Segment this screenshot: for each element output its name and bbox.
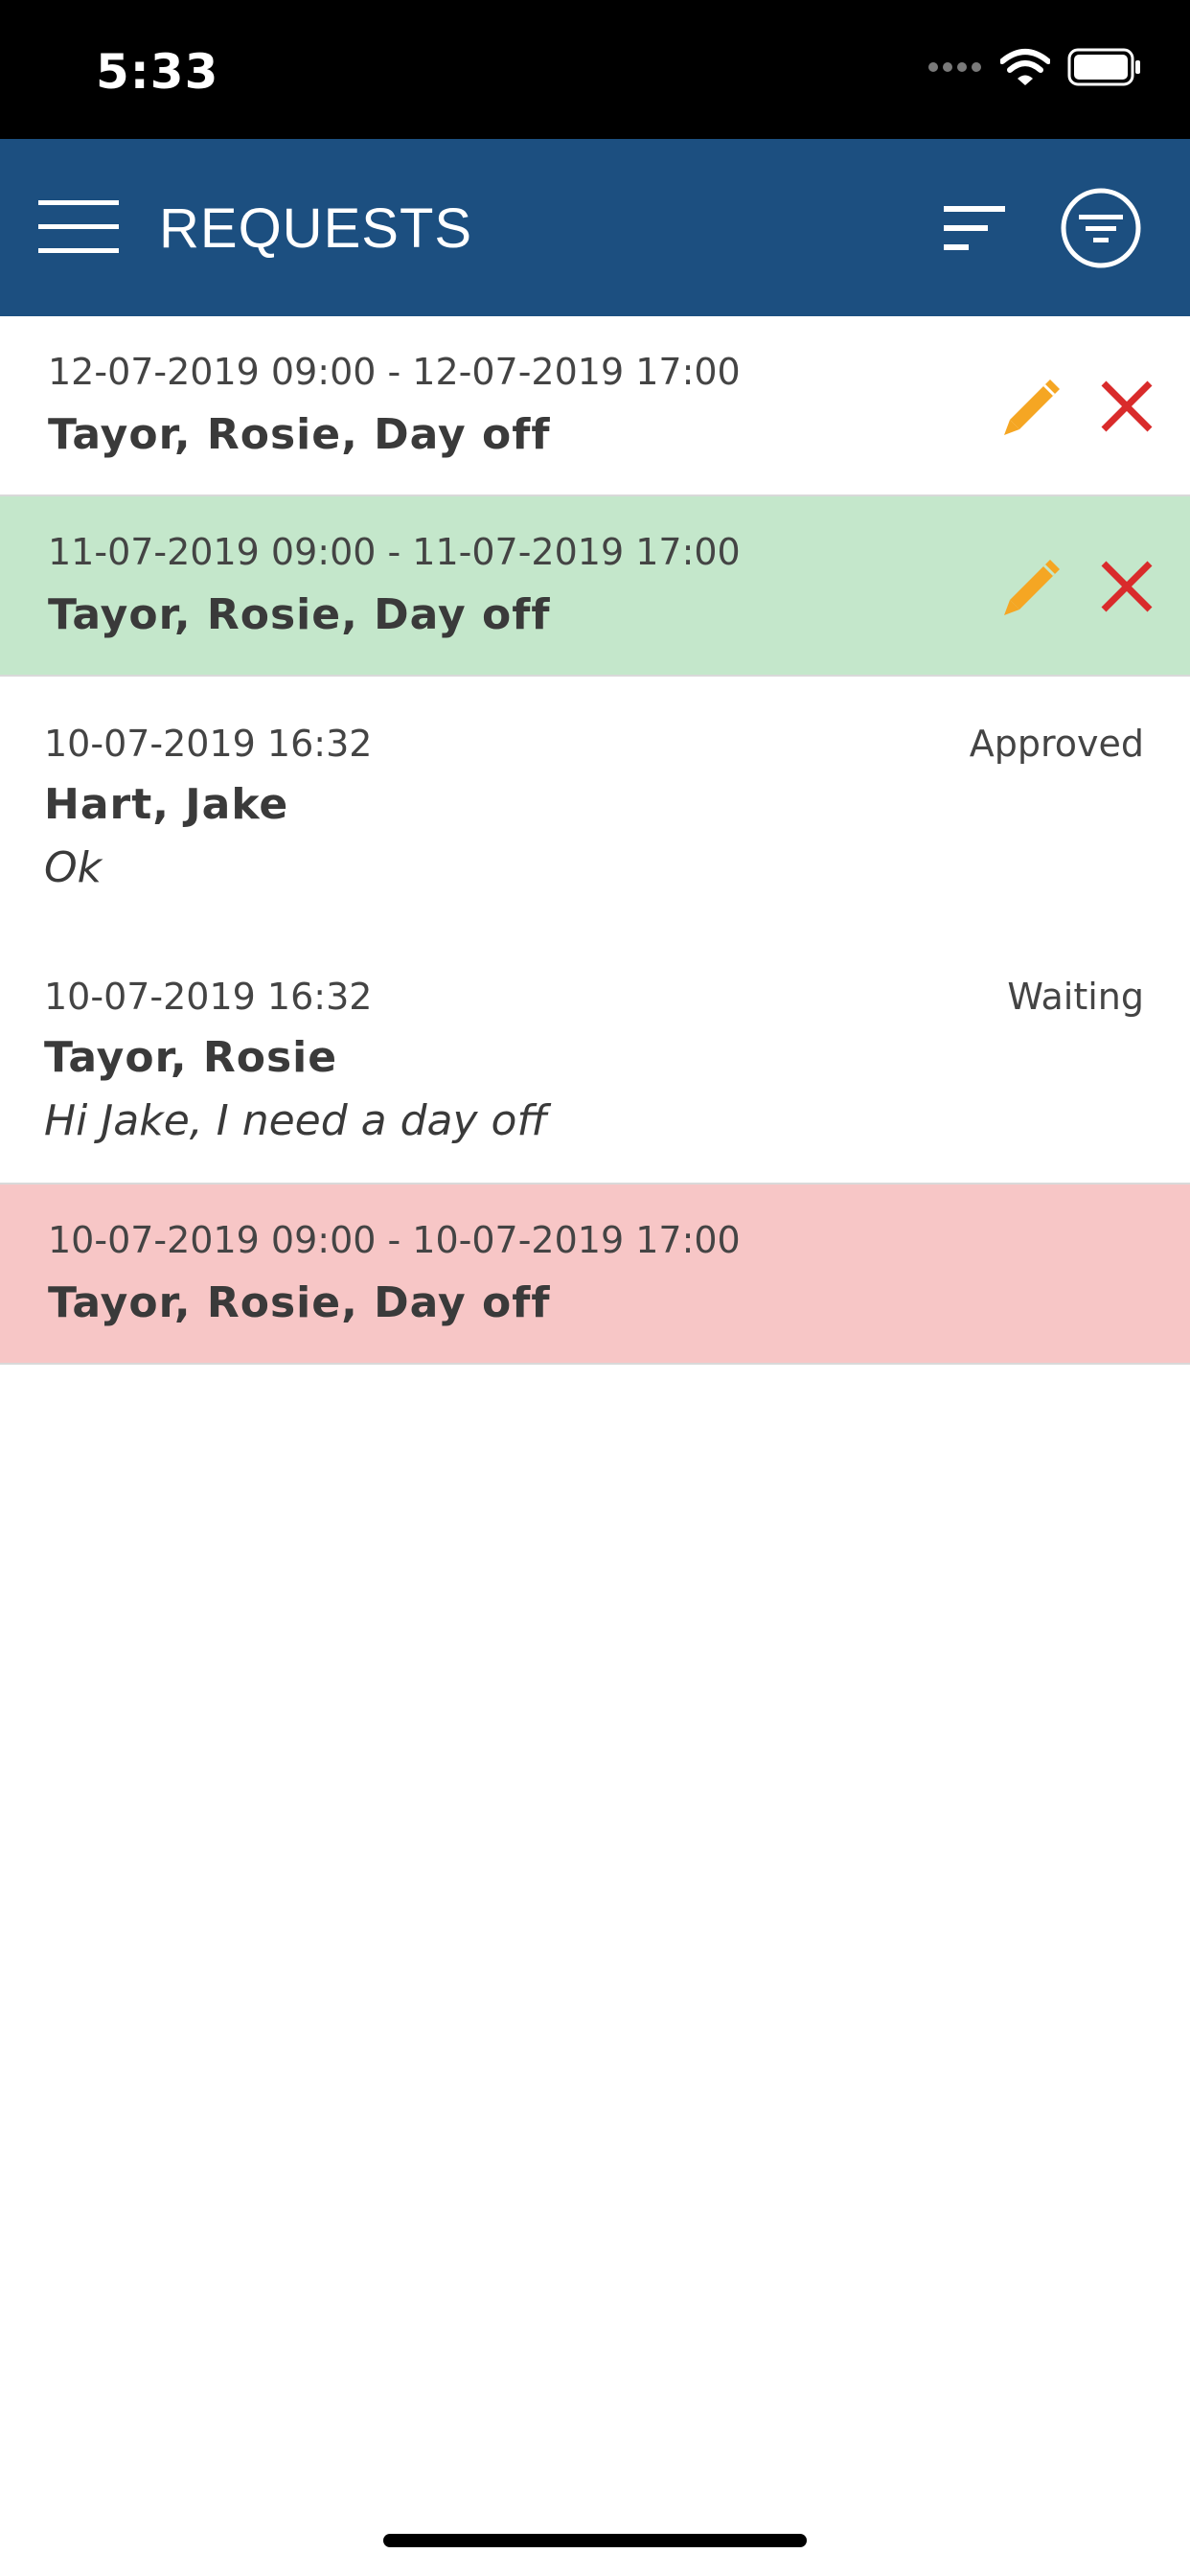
- wifi-icon: [1000, 49, 1050, 85]
- status-bar: 5:33: [0, 0, 1190, 139]
- message-row[interactable]: 10-07-2019 16:32 Approved Hart, Jake Ok: [0, 677, 1190, 930]
- close-x-icon: [1101, 380, 1153, 432]
- message-author: Hart, Jake: [44, 780, 289, 829]
- request-row[interactable]: 12-07-2019 09:00 - 12-07-2019 17:00 Tayo…: [0, 316, 1190, 496]
- edit-button[interactable]: [1002, 556, 1064, 617]
- delete-button[interactable]: [1098, 378, 1156, 435]
- request-title: Tayor, Rosie, Day off: [48, 590, 551, 639]
- status-label: Waiting: [1007, 976, 1144, 1018]
- requests-screen: 5:33 REQUESTS 12-07-2019 09:00 - 12-07-2…: [0, 0, 1190, 2576]
- message-text: Hi Jake, I need a day off: [44, 1096, 548, 1145]
- menu-button[interactable]: [38, 198, 119, 256]
- edit-button[interactable]: [1002, 376, 1064, 437]
- message-timestamp: 10-07-2019 16:32: [44, 723, 373, 765]
- hamburger-menu-icon: [38, 200, 119, 253]
- filter-button[interactable]: [1060, 187, 1142, 269]
- filter-circle-icon: [1061, 188, 1141, 268]
- home-indicator[interactable]: [383, 2534, 807, 2547]
- status-icons: [927, 48, 1142, 86]
- sort-icon: [944, 206, 1005, 250]
- message-timestamp: 10-07-2019 16:32: [44, 976, 373, 1018]
- cellular-signal-icon: [928, 62, 981, 72]
- app-bar: REQUESTS: [0, 139, 1190, 316]
- request-date-range: 12-07-2019 09:00 - 12-07-2019 17:00: [48, 351, 741, 393]
- delete-button[interactable]: [1098, 558, 1156, 615]
- message-author: Tayor, Rosie: [44, 1033, 338, 1082]
- request-date-range: 11-07-2019 09:00 - 11-07-2019 17:00: [48, 531, 741, 573]
- message-text: Ok: [44, 843, 103, 892]
- request-row[interactable]: 11-07-2019 09:00 - 11-07-2019 17:00 Tayo…: [0, 496, 1190, 677]
- close-x-icon: [1101, 561, 1153, 612]
- request-row[interactable]: 10-07-2019 09:00 - 10-07-2019 17:00 Tayo…: [0, 1184, 1190, 1365]
- status-label: Approved: [969, 723, 1144, 765]
- pencil-icon: [1004, 560, 1060, 615]
- sort-button[interactable]: [944, 204, 1007, 254]
- request-title: Tayor, Rosie, Day off: [48, 1278, 551, 1327]
- page-title: REQUESTS: [159, 197, 473, 260]
- pencil-icon: [1004, 380, 1060, 435]
- requests-list: 12-07-2019 09:00 - 12-07-2019 17:00 Tayo…: [0, 316, 1190, 1365]
- request-date-range: 10-07-2019 09:00 - 10-07-2019 17:00: [48, 1219, 741, 1261]
- request-title: Tayor, Rosie, Day off: [48, 410, 551, 459]
- status-time: 5:33: [96, 44, 219, 100]
- message-row[interactable]: 10-07-2019 16:32 Waiting Tayor, Rosie Hi…: [0, 930, 1190, 1184]
- battery-icon: [1067, 48, 1140, 86]
